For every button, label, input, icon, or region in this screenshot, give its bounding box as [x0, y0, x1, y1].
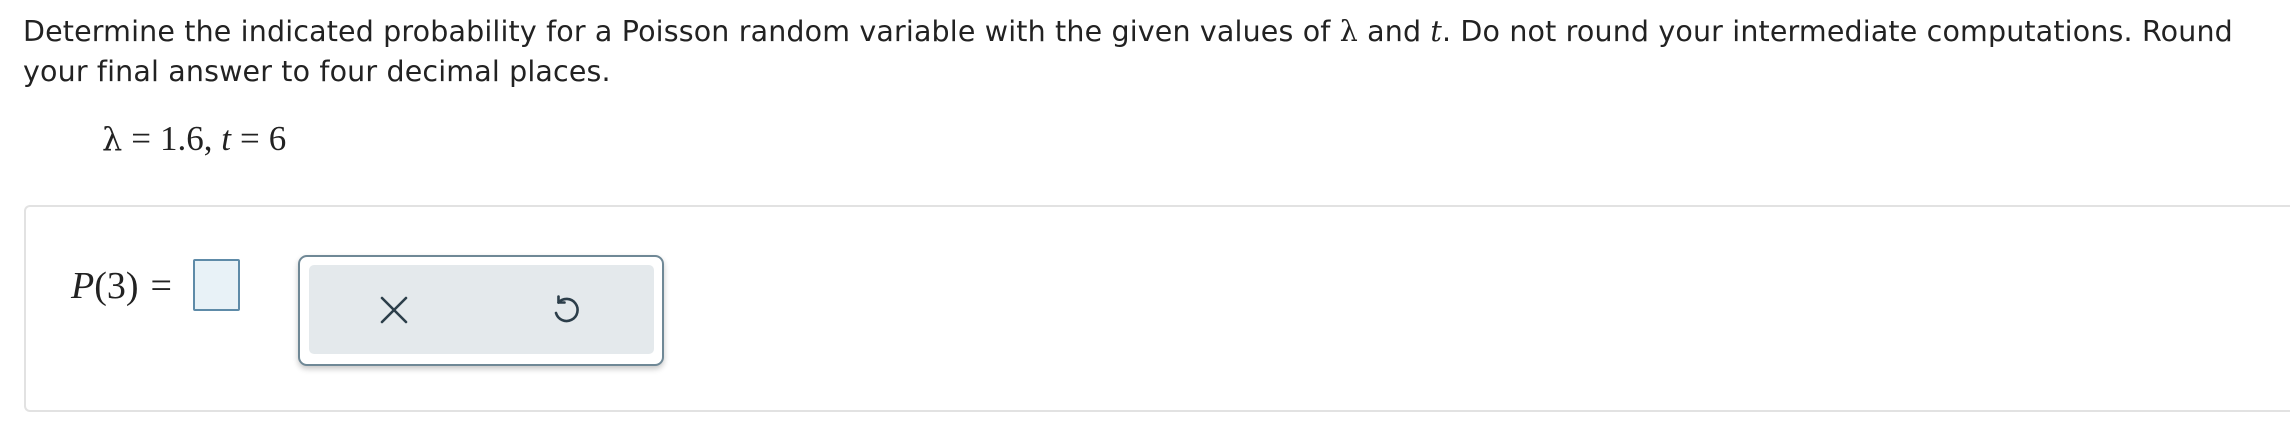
undo-icon — [554, 295, 579, 323]
given-t-equals: = — [240, 119, 260, 158]
probability-symbol: P — [71, 265, 95, 307]
probability-equals: = — [150, 265, 172, 307]
question-part-1: Determine the indicated probability for … — [23, 15, 1340, 48]
clear-button[interactable] — [369, 285, 419, 335]
given-t-symbol: t — [221, 119, 232, 158]
toolbar-inner — [309, 265, 654, 354]
given-lambda-equals: = — [131, 119, 152, 158]
answer-panel: P(3) = — [24, 205, 2290, 412]
question-part-2: and — [1357, 15, 1431, 48]
probability-argument: (3) — [94, 265, 139, 307]
answer-toolbar — [298, 255, 664, 366]
undo-button[interactable] — [541, 285, 591, 335]
given-t-value: 6 — [268, 119, 287, 158]
probability-expression: P(3) = — [71, 261, 184, 311]
answer-input[interactable] — [193, 259, 240, 311]
t-symbol: t — [1430, 15, 1443, 48]
lambda-symbol: λ — [1339, 15, 1358, 48]
given-lambda-symbol: λ — [102, 120, 123, 158]
given-values: λ = 1.6, t = 6 — [102, 117, 286, 161]
question-text: Determine the indicated probability for … — [23, 12, 2278, 92]
given-lambda-value: 1.6, — [160, 119, 213, 158]
close-icon — [380, 296, 408, 324]
